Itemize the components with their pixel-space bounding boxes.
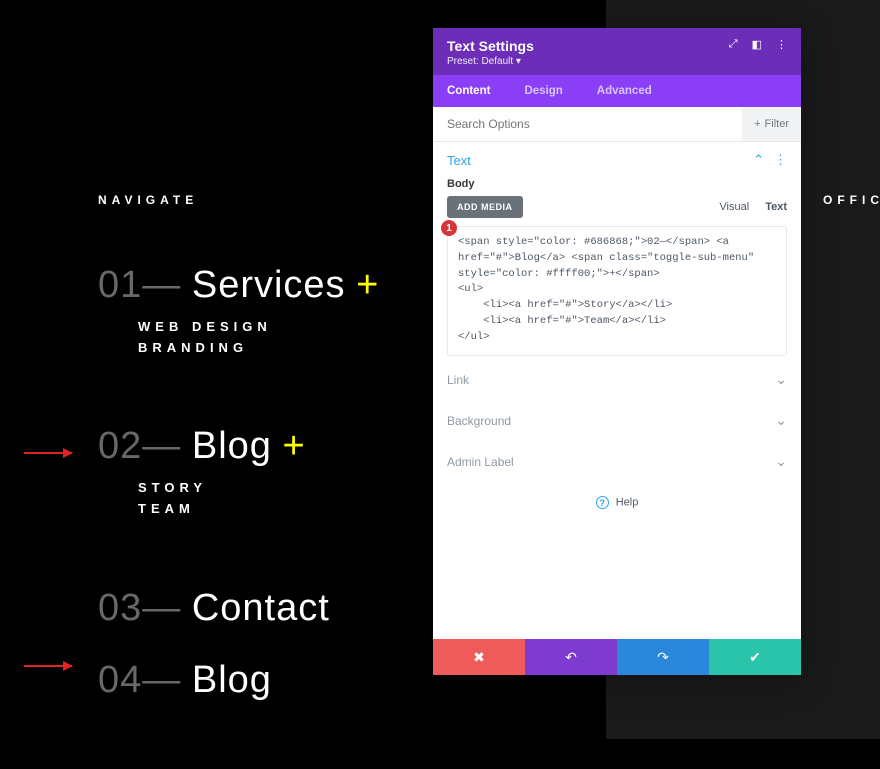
editor-tab-text[interactable]: Text [765, 199, 787, 215]
nav-item-blog: 02— Blog + STORY TEAM [98, 426, 378, 519]
section-background[interactable]: Background ⌄ [433, 400, 801, 441]
filter-label: Filter [765, 118, 789, 130]
nav-item-contact: 03— Contact [98, 588, 378, 630]
expand-icon[interactable]: ⤢ [729, 38, 738, 51]
snap-icon[interactable]: ◧ [752, 38, 762, 51]
nav-number: 03— [98, 587, 181, 629]
annotation-arrow-icon [24, 452, 72, 454]
section-text-header[interactable]: Text ⌃ ⋮ [433, 142, 801, 178]
section-label: Background [447, 414, 511, 428]
nav-link-title[interactable]: Contact [192, 587, 330, 629]
nav-list: 01— Services + WEB DESIGN BRANDING 02— B… [98, 265, 378, 769]
sub-list: STORY TEAM [138, 478, 378, 520]
toggle-submenu-icon[interactable]: + [356, 264, 378, 306]
search-input[interactable] [433, 107, 742, 141]
sub-link[interactable]: TEAM [138, 499, 378, 520]
more-icon[interactable]: ⋮ [776, 38, 787, 51]
settings-tabs: Content Design Advanced [433, 75, 801, 107]
tab-content[interactable]: Content [447, 75, 508, 107]
media-row: ADD MEDIA Visual Text [433, 196, 801, 226]
modal-header[interactable]: Text Settings Preset: Default ▾ ⤢ ◧ ⋮ [433, 28, 801, 75]
toggle-submenu-icon[interactable]: + [282, 425, 304, 467]
discard-button[interactable]: ✖ [433, 639, 525, 675]
section-label: Admin Label [447, 455, 514, 469]
search-row: + Filter [433, 107, 801, 142]
sub-link[interactable]: WEB DESIGN [138, 317, 378, 338]
section-admin-label[interactable]: Admin Label ⌄ [433, 441, 801, 482]
nav-number: 04— [98, 659, 181, 701]
code-editor[interactable] [447, 226, 787, 356]
text-settings-modal: Text Settings Preset: Default ▾ ⤢ ◧ ⋮ Co… [433, 28, 801, 675]
nav-number: 01— [98, 264, 181, 306]
editor-wrapper: 1 [433, 226, 801, 359]
sub-link[interactable]: BRANDING [138, 338, 378, 359]
plus-icon: + [754, 118, 760, 130]
sub-link[interactable]: STORY [138, 478, 378, 499]
undo-button[interactable]: ↶ [525, 639, 617, 675]
editor-tab-visual[interactable]: Visual [719, 199, 749, 215]
nav-link-title[interactable]: Services [192, 264, 346, 306]
chevron-down-icon: ⌄ [775, 453, 787, 470]
add-media-button[interactable]: ADD MEDIA [447, 196, 523, 218]
chevron-down-icon: ⌄ [775, 412, 787, 429]
section-label: Link [447, 373, 469, 387]
sub-list: WEB DESIGN BRANDING [138, 317, 378, 359]
modal-footer: ✖ ↶ ↷ ✔ [433, 639, 801, 675]
nav-link-title[interactable]: Blog [192, 659, 272, 701]
collapse-icon[interactable]: ⌃ [753, 152, 764, 168]
more-icon[interactable]: ⋮ [774, 152, 787, 168]
help-label: Help [616, 497, 639, 509]
office-heading: OFFICE [823, 193, 880, 207]
preset-dropdown[interactable]: Preset: Default ▾ [447, 56, 534, 67]
chevron-down-icon: ⌄ [775, 371, 787, 388]
navigate-heading: NAVIGATE [98, 193, 198, 207]
tab-design[interactable]: Design [524, 75, 580, 107]
nav-item-blog-2: 04— Blog [98, 660, 378, 702]
save-button[interactable]: ✔ [709, 639, 801, 675]
section-link[interactable]: Link ⌄ [433, 359, 801, 400]
editor-mode-tabs: Visual Text [719, 199, 787, 215]
help-icon: ? [596, 496, 609, 509]
body-label: Body [433, 178, 801, 196]
modal-title-block: Text Settings Preset: Default ▾ [447, 38, 534, 67]
modal-tools: ⤢ ◧ ⋮ [729, 38, 787, 51]
nav-number: 02— [98, 425, 181, 467]
filter-button[interactable]: + Filter [742, 107, 801, 141]
help-link[interactable]: ? Help [433, 482, 801, 523]
nav-link-title[interactable]: Blog [192, 425, 272, 467]
annotation-arrow-icon [24, 665, 72, 667]
nav-item-services: 01— Services + WEB DESIGN BRANDING [98, 265, 378, 358]
section-title: Text [447, 153, 471, 168]
modal-title: Text Settings [447, 38, 534, 54]
section-actions: ⌃ ⋮ [753, 152, 787, 168]
redo-button[interactable]: ↷ [617, 639, 709, 675]
tab-advanced[interactable]: Advanced [597, 75, 670, 107]
annotation-badge: 1 [441, 220, 457, 236]
